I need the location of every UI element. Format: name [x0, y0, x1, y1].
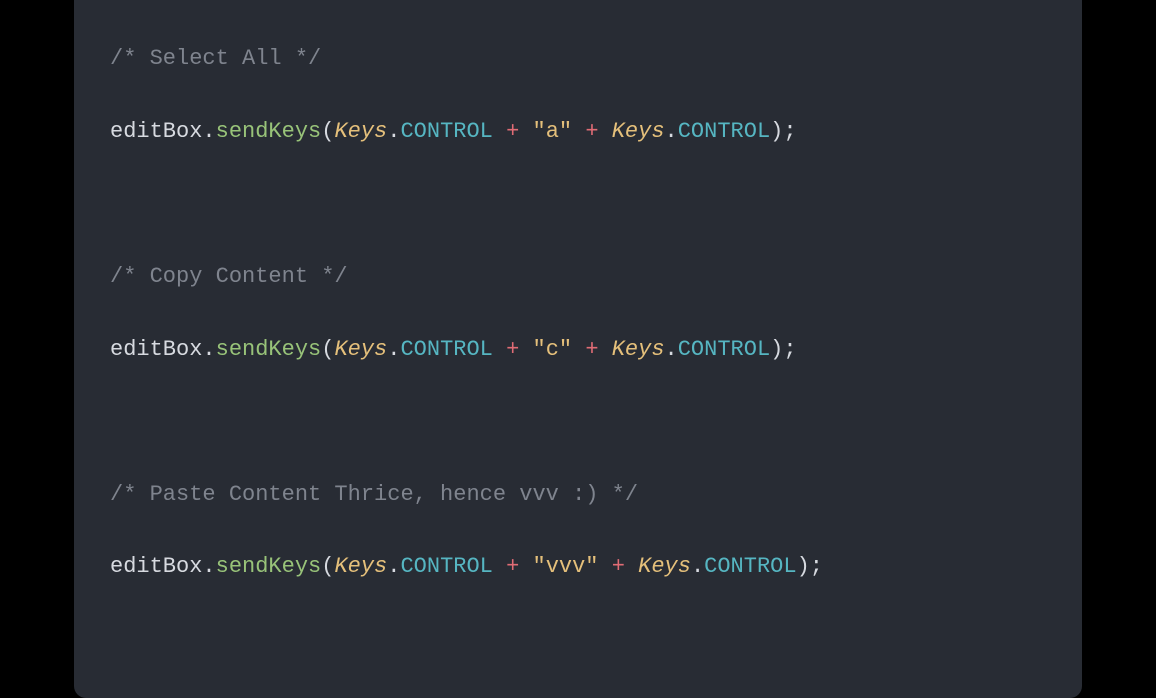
- code-token: editBox: [110, 337, 202, 362]
- code-token: +: [585, 337, 598, 362]
- code-token: editBox: [110, 554, 202, 579]
- code-token: Keys: [334, 554, 387, 579]
- code-block: /* Select All */ editBox.sendKeys(Keys.C…: [110, 5, 1046, 658]
- code-token: "c": [533, 337, 573, 362]
- code-token: );: [770, 337, 796, 362]
- comment-text: /* Copy Content */: [110, 264, 348, 289]
- code-token: Keys: [612, 337, 665, 362]
- code-token: [493, 119, 506, 144]
- code-token: [519, 337, 532, 362]
- code-token: [572, 119, 585, 144]
- code-line-comment: /* Paste Content Thrice, hence vvv :) */: [110, 477, 1046, 513]
- code-token: );: [770, 119, 796, 144]
- code-token: .: [387, 119, 400, 144]
- code-token: .: [691, 554, 704, 579]
- code-token: [599, 337, 612, 362]
- code-token: [572, 337, 585, 362]
- code-token: (: [321, 554, 334, 579]
- code-token: [493, 337, 506, 362]
- code-token: CONTROL: [400, 554, 492, 579]
- code-token: +: [506, 119, 519, 144]
- code-token: Keys: [638, 554, 691, 579]
- code-token: .: [387, 554, 400, 579]
- code-line-comment: /* Select All */: [110, 41, 1046, 77]
- code-token: CONTROL: [678, 337, 770, 362]
- code-token: +: [506, 337, 519, 362]
- code-token: CONTROL: [678, 119, 770, 144]
- code-token: (: [321, 337, 334, 362]
- code-token: CONTROL: [704, 554, 796, 579]
- code-token: CONTROL: [400, 337, 492, 362]
- code-line: editBox.sendKeys(Keys.CONTROL + "vvv" + …: [110, 549, 1046, 585]
- code-token: [599, 554, 612, 579]
- code-token: Keys: [612, 119, 665, 144]
- code-token: (: [321, 119, 334, 144]
- code-token: [519, 119, 532, 144]
- code-line-comment: /* Copy Content */: [110, 259, 1046, 295]
- code-token: );: [797, 554, 823, 579]
- code-token: "a": [533, 119, 573, 144]
- code-token: Keys: [334, 119, 387, 144]
- code-token: [493, 554, 506, 579]
- blank-line: [110, 186, 1046, 222]
- code-token: .: [665, 337, 678, 362]
- comment-text: /* Select All */: [110, 46, 321, 71]
- code-token: sendKeys: [216, 554, 322, 579]
- code-token: +: [506, 554, 519, 579]
- comment-text: /* Paste Content Thrice, hence vvv :) */: [110, 482, 638, 507]
- code-token: sendKeys: [216, 337, 322, 362]
- code-line: editBox.sendKeys(Keys.CONTROL + "a" + Ke…: [110, 114, 1046, 150]
- code-token: .: [665, 119, 678, 144]
- code-token: .: [202, 119, 215, 144]
- code-token: +: [585, 119, 598, 144]
- code-token: .: [202, 337, 215, 362]
- code-window: /* Select All */ editBox.sendKeys(Keys.C…: [74, 0, 1082, 698]
- code-token: Keys: [334, 337, 387, 362]
- code-token: .: [202, 554, 215, 579]
- code-token: [625, 554, 638, 579]
- code-token: sendKeys: [216, 119, 322, 144]
- blank-line: [110, 404, 1046, 440]
- code-token: [519, 554, 532, 579]
- code-token: CONTROL: [400, 119, 492, 144]
- code-token: "vvv": [533, 554, 599, 579]
- code-token: [599, 119, 612, 144]
- code-line: editBox.sendKeys(Keys.CONTROL + "c" + Ke…: [110, 332, 1046, 368]
- code-token: +: [612, 554, 625, 579]
- code-token: editBox: [110, 119, 202, 144]
- code-token: .: [387, 337, 400, 362]
